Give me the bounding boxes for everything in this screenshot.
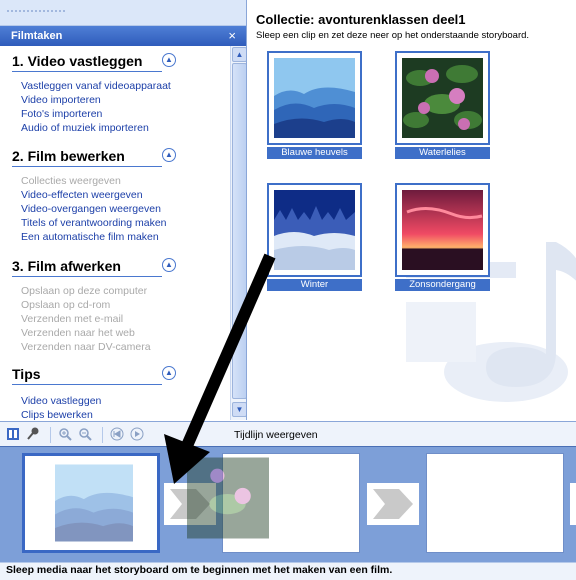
task-link: Verzenden met e-mail [21,313,124,325]
task-link[interactable]: Clips bewerken [21,409,93,420]
section-title[interactable]: 3. Film afwerken [12,258,121,274]
clip-label: Waterlelies [395,147,490,159]
section-divider [12,384,162,385]
task-link[interactable]: Vastleggen vanaf videoapparaat [21,80,171,92]
collection-pane: Collectie: avonturenklassen deel1 Sleep … [248,0,576,420]
task-link[interactable]: Titels of verantwoording maken [21,217,167,229]
clip-frame [267,183,362,277]
drag-arrow-icon [164,253,276,484]
storyboard-drop-hint: Sleep media naar het storyboard om te be… [6,564,393,576]
scroll-up-icon[interactable]: ▲ [232,47,246,62]
clip-frame [395,51,490,145]
drag-ghost-thumbnail [55,464,133,542]
task-link: Verzenden naar DV-camera [21,341,151,353]
tasks-pane-title: Filmtaken [11,30,63,42]
clip-label: Blauwe heuvels [267,147,362,159]
storyboard-toolbar: Tijdlijn weergeven [0,421,576,446]
zoom-in-icon[interactable] [58,427,72,441]
section-title[interactable]: Tips [12,366,41,382]
clip-label: Winter [267,279,362,291]
transition-arrow-icon [373,489,413,519]
transition-cell[interactable] [570,483,576,525]
status-bar: Sleep media naar het storyboard om te be… [0,562,576,580]
collection-instruction: Sleep een clip en zet deze neer op het o… [256,30,530,41]
task-link[interactable]: Video importeren [21,94,101,106]
clip-thumbnail [402,190,483,270]
close-icon[interactable]: × [228,28,236,43]
tasks-pane-grip[interactable] [0,0,246,26]
grip-dots [6,9,66,13]
collection-title: Collectie: avonturenklassen deel1 [256,12,466,27]
clip-label: Zonsondergang [395,279,490,291]
clip-frame [267,51,362,145]
storyboard[interactable] [0,446,576,562]
task-link: Verzenden naar het web [21,327,135,339]
task-link: Opslaan op cd-rom [21,299,111,311]
task-link[interactable]: Video-effecten weergeven [21,189,143,201]
storyboard-cell[interactable] [22,453,160,553]
task-link: Opslaan op deze computer [21,285,148,297]
section-title[interactable]: 1. Video vastleggen [12,53,142,69]
task-link[interactable]: Audio of muziek importeren [21,122,149,134]
clip-thumbnail [274,190,355,270]
task-link[interactable]: Een automatische film maken [21,231,159,243]
task-link[interactable]: Video vastleggen [21,395,101,407]
clip-frame [395,183,490,277]
section-title[interactable]: 2. Film bewerken [12,148,125,164]
section-divider [12,166,162,167]
rewind-icon[interactable] [110,427,124,441]
chevron-up-icon[interactable]: ▲ [162,53,176,67]
transition-cell[interactable] [367,483,419,525]
narrate-icon[interactable] [26,427,40,441]
clip-thumbnail [402,58,483,138]
task-link[interactable]: Foto's importeren [21,108,102,120]
chevron-up-icon[interactable]: ▲ [162,148,176,162]
tasks-pane-header: Filmtaken × [0,26,246,46]
storyboard-icon[interactable] [6,427,20,441]
toolbar-separator [50,427,51,443]
clip-thumbnail [274,58,355,138]
task-link: Collecties weergeven [21,175,121,187]
play-icon[interactable] [130,427,144,441]
task-link[interactable]: Video-overgangen weergeven [21,203,161,215]
section-divider [12,276,162,277]
storyboard-cell[interactable] [426,453,564,553]
section-divider [12,71,162,72]
toolbar-separator [102,427,103,443]
zoom-out-icon[interactable] [78,427,92,441]
